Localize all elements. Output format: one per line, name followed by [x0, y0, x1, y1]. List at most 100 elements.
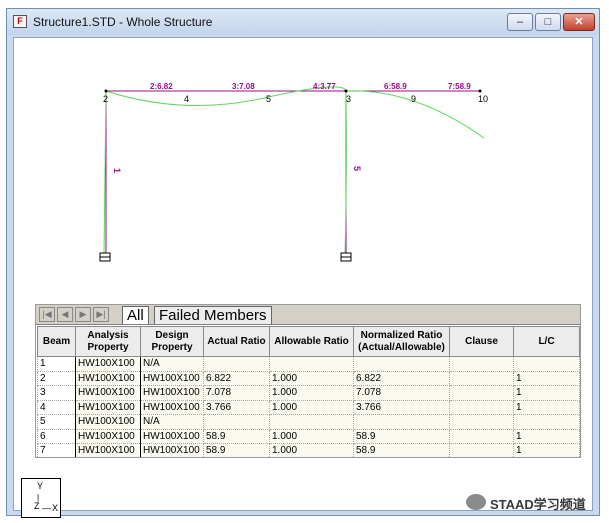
table-cell[interactable]: HW100X100 — [75, 385, 141, 401]
table-cell[interactable]: 3 — [37, 385, 76, 401]
table-row[interactable]: 3 HW100X100 HW100X100 7.078 1.000 7.078 1 — [37, 385, 580, 401]
beam-ratio-label: 2:6.82 — [150, 82, 173, 91]
table-cell[interactable]: 3.766 — [353, 399, 450, 415]
table-cell[interactable]: N/A — [140, 414, 204, 430]
minimize-button[interactable]: – — [507, 13, 533, 31]
table-cell[interactable]: N/A — [140, 356, 204, 372]
table-cell[interactable]: 2 — [37, 370, 76, 386]
table-cell[interactable]: 58.9 — [353, 428, 450, 444]
wechat-icon — [466, 494, 486, 510]
axis-z-label: Z — [34, 501, 40, 511]
column-header[interactable]: Normalized Ratio (Actual/Allowable) — [353, 326, 450, 357]
table-cell[interactable]: 58.9 — [203, 428, 270, 444]
table-cell[interactable]: HW100X100 — [75, 370, 141, 386]
table-cell[interactable]: 6 — [37, 428, 76, 444]
member-label: 1 — [112, 168, 122, 173]
table-cell[interactable]: 1.000 — [269, 443, 354, 457]
table-cell[interactable]: 1 — [513, 385, 580, 401]
table-cell[interactable] — [203, 414, 270, 430]
table-cell[interactable] — [353, 356, 450, 372]
node-label: 3 — [346, 94, 351, 104]
table-cell[interactable] — [269, 414, 354, 430]
table-cell[interactable]: HW100X100 — [75, 443, 141, 457]
node-label: 9 — [411, 94, 416, 104]
member-label: 5 — [352, 166, 362, 171]
nav-last-button[interactable]: ▶| — [93, 307, 109, 322]
nav-next-button[interactable]: ▶ — [75, 307, 91, 322]
maximize-button[interactable]: □ — [535, 13, 561, 31]
table-cell[interactable]: 1.000 — [269, 428, 354, 444]
table-cell[interactable] — [449, 370, 514, 386]
table-cell[interactable] — [203, 356, 270, 372]
table-cell[interactable]: HW100X100 — [75, 428, 141, 444]
table-cell[interactable]: 6.822 — [353, 370, 450, 386]
table-cell[interactable]: 58.9 — [353, 443, 450, 457]
column-header[interactable]: Design Property — [140, 326, 204, 357]
table-cell[interactable]: 1 — [513, 370, 580, 386]
axis-triad: Y | Z — X — [21, 478, 61, 518]
table-cell[interactable]: 1.000 — [269, 399, 354, 415]
node-label: 10 — [478, 94, 488, 104]
table-cell[interactable]: 7.078 — [203, 385, 270, 401]
column-header[interactable]: Analysis Property — [75, 326, 141, 357]
table-cell[interactable]: 1 — [513, 428, 580, 444]
table-row[interactable]: 6 HW100X100 HW100X100 58.9 1.000 58.9 1 — [37, 428, 580, 444]
structure-window: F Structure1.STD - Whole Structure – □ ✕ — [6, 8, 600, 518]
table-row[interactable]: 7 HW100X100 HW100X100 58.9 1.000 58.9 1 — [37, 443, 580, 457]
table-cell[interactable] — [449, 356, 514, 372]
column-header[interactable]: Clause — [449, 326, 514, 357]
staad-app-icon[interactable]: F — [13, 15, 27, 28]
design-results-table[interactable]: |◀ ◀ ▶ ▶| All Failed Members Beam Analys… — [35, 304, 581, 458]
tab-all[interactable]: All — [122, 306, 149, 324]
table-row[interactable]: 1 HW100X100 N/A — [37, 356, 580, 372]
table-cell[interactable] — [513, 414, 580, 430]
table-cell[interactable] — [449, 385, 514, 401]
table-cell[interactable]: 1.000 — [269, 370, 354, 386]
table-cell[interactable] — [353, 414, 450, 430]
table-cell[interactable]: HW100X100 — [140, 385, 204, 401]
beam-ratio-label: 6:58.9 — [384, 82, 407, 91]
deflection-curve — [105, 86, 347, 106]
table-cell[interactable]: 58.9 — [203, 443, 270, 457]
table-cell[interactable]: HW100X100 — [75, 356, 141, 372]
model-view[interactable]: 2 4 5 3 9 10 2:6.82 3:7.08 4:3.77 6:58.9… — [13, 37, 593, 518]
table-row[interactable]: 4 HW100X100 HW100X100 3.766 1.000 3.766 1 — [37, 399, 580, 415]
close-button[interactable]: ✕ — [563, 13, 595, 31]
table-cell[interactable]: 1 — [513, 399, 580, 415]
nav-prev-button[interactable]: ◀ — [57, 307, 73, 322]
title-bar[interactable]: F Structure1.STD - Whole Structure – □ ✕ — [7, 9, 599, 35]
node-point — [344, 89, 348, 93]
table-cell[interactable] — [449, 428, 514, 444]
table-cell[interactable]: HW100X100 — [140, 428, 204, 444]
header-row: Beam Analysis Property Design Property A… — [37, 326, 580, 357]
results-grid-body: 1 HW100X100 N/A 2 HW100X100 HW100X100 6.822 1.0… — [37, 356, 580, 457]
table-cell[interactable]: 1 — [513, 443, 580, 457]
table-cell[interactable]: HW100X100 — [140, 370, 204, 386]
table-cell[interactable]: 1.000 — [269, 385, 354, 401]
table-row[interactable]: 5 HW100X100 N/A — [37, 414, 580, 430]
nav-first-button[interactable]: |◀ — [39, 307, 55, 322]
table-cell[interactable]: HW100X100 — [140, 443, 204, 457]
table-cell[interactable]: HW100X100 — [75, 399, 141, 415]
tab-failed-members[interactable]: Failed Members — [154, 306, 272, 324]
column-header[interactable]: Beam — [37, 326, 76, 357]
table-cell[interactable]: 6.822 — [203, 370, 270, 386]
column-header[interactable]: L/C — [513, 326, 580, 357]
table-cell[interactable]: HW100X100 — [75, 414, 141, 430]
table-cell[interactable] — [449, 443, 514, 457]
table-cell[interactable]: 7.078 — [353, 385, 450, 401]
table-cell[interactable] — [513, 356, 580, 372]
table-cell[interactable]: 1 — [37, 356, 76, 372]
column-header[interactable]: Actual Ratio — [203, 326, 270, 357]
column-header[interactable]: Allowable Ratio — [269, 326, 354, 357]
table-cell[interactable]: 7 — [37, 443, 76, 457]
table-cell[interactable]: 4 — [37, 399, 76, 415]
table-cell[interactable]: 5 — [37, 414, 76, 430]
table-cell[interactable]: 3.766 — [203, 399, 270, 415]
table-cell[interactable]: HW100X100 — [140, 399, 204, 415]
table-cell[interactable] — [449, 414, 514, 430]
node-label: 2 — [103, 94, 108, 104]
table-cell[interactable] — [449, 399, 514, 415]
table-cell[interactable] — [269, 356, 354, 372]
table-row[interactable]: 2 HW100X100 HW100X100 6.822 1.000 6.822 1 — [37, 370, 580, 386]
